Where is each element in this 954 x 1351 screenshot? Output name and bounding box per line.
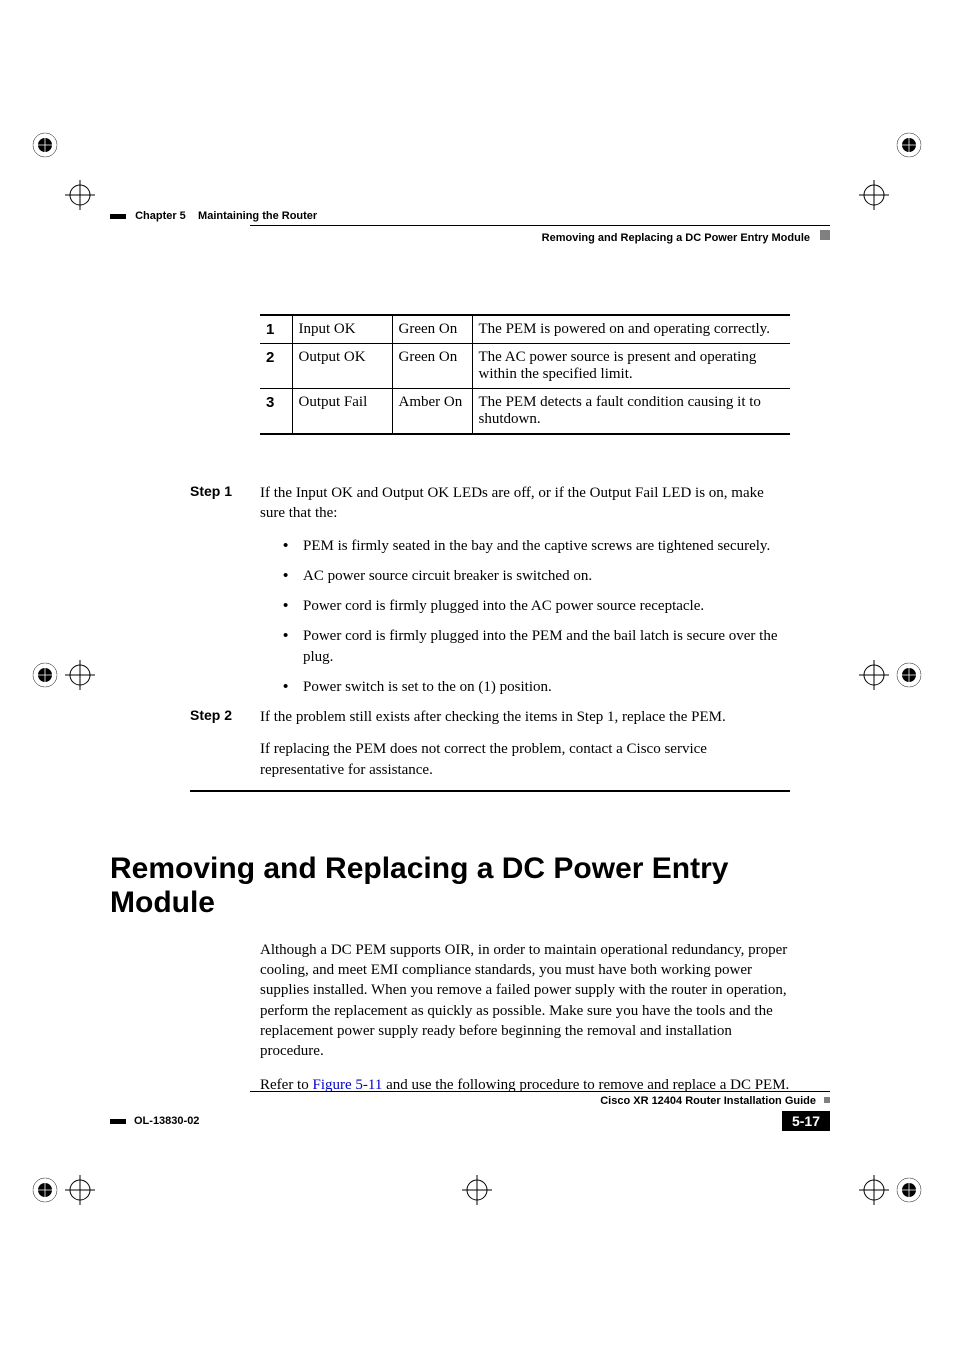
led-status-table: 1 Input OK Green On The PEM is powered o… (260, 314, 790, 435)
led-status: Green On (392, 344, 472, 389)
crop-mark-icon (65, 660, 95, 690)
page-number: 5-17 (782, 1111, 830, 1131)
crop-mark-icon (462, 1175, 492, 1205)
bullet-icon: • (283, 626, 303, 667)
steps-section: Step 1 If the Input OK and Output OK LED… (110, 483, 830, 792)
footer-square-icon (824, 1097, 830, 1103)
crop-mark-icon (859, 660, 889, 690)
table-row: 3 Output Fail Amber On The PEM detects a… (260, 389, 790, 435)
crop-mark-icon (30, 130, 60, 160)
footer-bar-icon (110, 1119, 126, 1124)
bullet-list: • PEM is firmly seated in the bay and th… (283, 536, 830, 698)
led-description: The PEM is powered on and operating corr… (472, 315, 790, 344)
bullet-icon: • (283, 677, 303, 697)
chapter-title: Maintaining the Router (198, 210, 317, 222)
bullet-text: Power cord is firmly plugged into the AC… (303, 596, 808, 616)
list-item: • Power cord is firmly plugged into the … (283, 596, 830, 616)
row-number: 3 (260, 389, 292, 435)
led-description: The AC power source is present and opera… (472, 344, 790, 389)
footer-guide-title: Cisco XR 12404 Router Installation Guide (600, 1095, 816, 1107)
led-name: Output Fail (292, 389, 392, 435)
section-paragraph: Although a DC PEM supports OIR, in order… (260, 940, 790, 1062)
bullet-text: Power cord is firmly plugged into the PE… (303, 626, 808, 667)
led-name: Output OK (292, 344, 392, 389)
crop-mark-icon (894, 660, 924, 690)
bullet-icon: • (283, 536, 303, 556)
running-header-left: Chapter 5 Maintaining the Router (110, 210, 830, 222)
crop-mark-icon (30, 1175, 60, 1205)
page-content: Chapter 5 Maintaining the Router Removin… (110, 210, 830, 1096)
page-footer: Cisco XR 12404 Router Installation Guide… (110, 1091, 830, 1131)
list-item: • PEM is firmly seated in the bay and th… (283, 536, 830, 556)
footer-doc-id: OL-13830-02 (110, 1115, 199, 1127)
step-2-followup: If replacing the PEM does not correct th… (260, 739, 790, 780)
step-text: If the Input OK and Output OK LEDs are o… (260, 483, 790, 524)
doc-id: OL-13830-02 (134, 1115, 199, 1127)
led-name: Input OK (292, 315, 392, 344)
crop-mark-icon (859, 1175, 889, 1205)
step-text: If the problem still exists after checki… (260, 707, 790, 727)
step-label: Step 1 (190, 483, 260, 524)
row-number: 2 (260, 344, 292, 389)
crop-mark-icon (894, 130, 924, 160)
table-row: 2 Output OK Green On The AC power source… (260, 344, 790, 389)
header-square-icon (820, 230, 830, 240)
row-number: 1 (260, 315, 292, 344)
list-item: • Power cord is firmly plugged into the … (283, 626, 830, 667)
bullet-text: PEM is firmly seated in the bay and the … (303, 536, 808, 556)
step-label: Step 2 (190, 707, 260, 727)
led-status: Amber On (392, 389, 472, 435)
chapter-number: Chapter 5 (135, 210, 186, 222)
bullet-icon: • (283, 566, 303, 586)
bullet-icon: • (283, 596, 303, 616)
led-status: Green On (392, 315, 472, 344)
crop-mark-icon (65, 1175, 95, 1205)
crop-mark-icon (65, 180, 95, 210)
crop-mark-icon (859, 180, 889, 210)
crop-mark-icon (894, 1175, 924, 1205)
crop-mark-icon (30, 660, 60, 690)
list-item: • AC power source circuit breaker is swi… (283, 566, 830, 586)
table-row: 1 Input OK Green On The PEM is powered o… (260, 315, 790, 344)
running-header-right: Removing and Replacing a DC Power Entry … (542, 232, 810, 244)
steps-end-rule (190, 790, 790, 792)
step-2: Step 2 If the problem still exists after… (110, 707, 830, 727)
led-description: The PEM detects a fault condition causin… (472, 389, 790, 435)
step-1: Step 1 If the Input OK and Output OK LED… (110, 483, 830, 524)
list-item: • Power switch is set to the on (1) posi… (283, 677, 830, 697)
bullet-text: AC power source circuit breaker is switc… (303, 566, 808, 586)
bullet-text: Power switch is set to the on (1) positi… (303, 677, 808, 697)
section-heading: Removing and Replacing a DC Power Entry … (110, 852, 830, 920)
header-bar-icon (110, 214, 126, 219)
